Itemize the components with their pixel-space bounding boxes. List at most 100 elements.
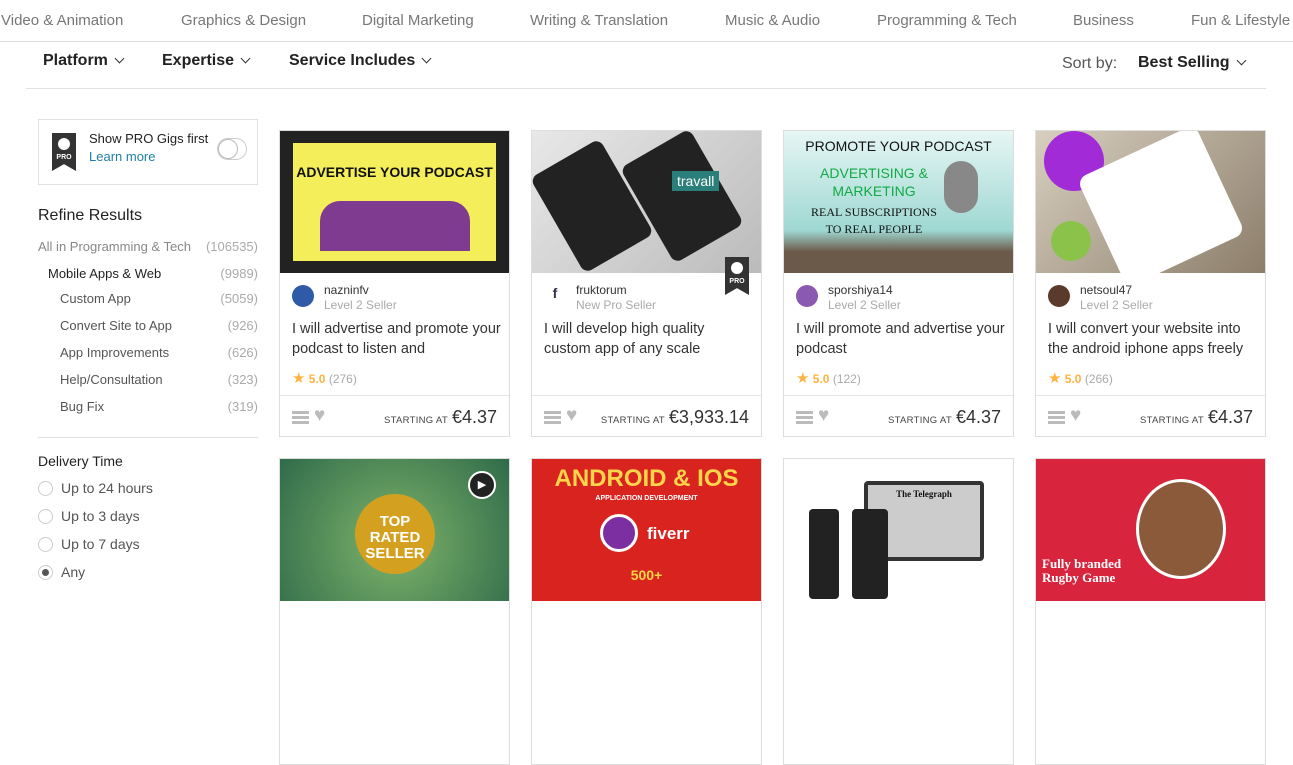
cat-help[interactable]: Help/Consultation	[60, 372, 163, 387]
platform-label: Platform	[43, 52, 108, 69]
chevron-down-icon	[114, 53, 125, 64]
sort-dropdown[interactable]: Best Selling	[1138, 54, 1247, 72]
avatar[interactable]	[796, 285, 818, 307]
avatar[interactable]	[1048, 285, 1070, 307]
gig-thumbnail[interactable]: travall	[532, 131, 761, 273]
rating: ★ 5.0 (266)	[1048, 370, 1113, 387]
count: (926)	[227, 318, 258, 333]
gig-title[interactable]: I will convert your website into the and…	[1048, 319, 1258, 359]
expertise-dropdown[interactable]: Expertise	[162, 52, 251, 70]
heart-icon[interactable]: ♥	[1070, 405, 1081, 427]
radio-24h[interactable]	[38, 481, 53, 496]
avatar[interactable]: f	[544, 285, 566, 307]
nav-writing-translation[interactable]: Writing & Translation	[530, 12, 668, 29]
seller-level: Level 2 Seller	[1080, 298, 1153, 312]
platform-dropdown[interactable]: Platform	[43, 52, 125, 70]
gig-thumbnail[interactable]: ADVERTISE YOUR PODCAST	[280, 131, 509, 273]
gig-card[interactable]: PROMOTE YOUR PODCAST ADVERTISING & MARKET…	[783, 130, 1014, 437]
radio-label: Up to 3 days	[61, 508, 140, 524]
refine-title: Refine Results	[38, 207, 143, 224]
divider	[26, 88, 1266, 89]
chevron-down-icon	[240, 53, 251, 64]
gig-title[interactable]: I will advertise and promote your podcas…	[292, 319, 502, 359]
menu-icon[interactable]	[1048, 411, 1065, 424]
nav-programming-tech[interactable]: Programming & Tech	[877, 12, 1017, 29]
pro-badge-icon: PRO	[52, 133, 76, 171]
menu-icon[interactable]	[292, 411, 309, 424]
nav-digital-marketing[interactable]: Digital Marketing	[362, 12, 474, 29]
divider	[38, 437, 258, 438]
gig-card[interactable]: The Telegraph	[783, 458, 1014, 765]
radio-3d[interactable]	[38, 509, 53, 524]
gig-thumbnail[interactable]: Fully branded Rugby Game	[1036, 459, 1265, 601]
price: STARTING AT €4.37	[887, 407, 1001, 427]
gig-title[interactable]: I will promote and advertise your podcas…	[796, 319, 1006, 359]
star-icon: ★	[292, 370, 306, 387]
gig-thumbnail[interactable]: ANDROID & IOS APPLICATION DEVELOPMENT five…	[532, 459, 761, 601]
radio-any[interactable]	[38, 565, 53, 580]
sort-label: Sort by:	[1062, 55, 1118, 72]
cat-mobile-apps[interactable]: Mobile Apps & Web	[48, 266, 161, 281]
radio-label: Any	[61, 564, 86, 580]
nav-video-animation[interactable]: Video & Animation	[1, 12, 123, 29]
menu-icon[interactable]	[544, 411, 561, 424]
menu-icon[interactable]	[796, 411, 813, 424]
play-icon[interactable]: ▶	[468, 471, 496, 499]
gig-card[interactable]: Fully branded Rugby Game	[1035, 458, 1266, 765]
avatar[interactable]	[292, 285, 314, 307]
pro-text: Show PRO Gigs first	[89, 131, 209, 146]
seller-name[interactable]: sporshiya14	[828, 283, 893, 297]
gig-card[interactable]: TOP RATED SELLER ▶	[279, 458, 510, 765]
seller-name[interactable]: nazninfv	[324, 283, 369, 297]
cat-bug-fix[interactable]: Bug Fix	[60, 399, 104, 414]
heart-icon[interactable]: ♥	[314, 405, 325, 427]
count: (9989)	[220, 266, 258, 281]
seller-level: Level 2 Seller	[324, 298, 397, 312]
seller-level: Level 2 Seller	[828, 298, 901, 312]
heart-icon[interactable]: ♥	[566, 405, 577, 427]
nav-business[interactable]: Business	[1073, 12, 1134, 29]
nav-graphics-design[interactable]: Graphics & Design	[181, 12, 306, 29]
service-label: Service Includes	[289, 52, 416, 69]
heart-icon[interactable]: ♥	[818, 405, 829, 427]
price: STARTING AT €4.37	[1139, 407, 1253, 427]
gig-title[interactable]: I will develop high quality custom app o…	[544, 319, 754, 359]
gig-thumbnail[interactable]	[1036, 131, 1265, 273]
seller-level: New Pro Seller	[576, 298, 657, 312]
cat-convert-site[interactable]: Convert Site to App	[60, 318, 172, 333]
star-icon: ★	[796, 370, 810, 387]
service-includes-dropdown[interactable]: Service Includes	[289, 52, 432, 70]
expertise-label: Expertise	[162, 52, 235, 69]
count: (106535)	[205, 239, 258, 254]
cat-all[interactable]: All in Programming & Tech	[38, 239, 191, 254]
cat-custom-app[interactable]: Custom App	[60, 291, 131, 306]
gig-thumbnail[interactable]: The Telegraph	[784, 459, 1013, 601]
price: STARTING AT €4.37	[383, 407, 497, 427]
cat-app-improvements[interactable]: App Improvements	[60, 345, 169, 360]
nav-music-audio[interactable]: Music & Audio	[725, 12, 820, 29]
radio-label: Up to 24 hours	[61, 480, 153, 496]
radio-7d[interactable]	[38, 537, 53, 552]
nav-fun-lifestyle[interactable]: Fun & Lifestyle	[1191, 12, 1290, 29]
delivery-title: Delivery Time	[38, 453, 123, 469]
learn-more-link[interactable]: Learn more	[89, 149, 155, 164]
gig-card[interactable]: ADVERTISE YOUR PODCAST nazninfv Level 2 …	[279, 130, 510, 437]
seller-name[interactable]: fruktorum	[576, 283, 627, 297]
count: (319)	[227, 399, 258, 414]
gig-card[interactable]: travall PRO f fruktorum New Pro Seller I…	[531, 130, 762, 437]
rating: ★ 5.0 (276)	[292, 370, 357, 387]
chevron-down-icon	[1236, 55, 1247, 66]
category-nav: Video & Animation Graphics & Design Digi…	[0, 0, 1293, 42]
count: (5059)	[220, 291, 258, 306]
count: (626)	[227, 345, 258, 360]
gig-card[interactable]: ANDROID & IOS APPLICATION DEVELOPMENT five…	[531, 458, 762, 765]
gig-card[interactable]: netsoul47 Level 2 Seller I will convert …	[1035, 130, 1266, 437]
pro-toggle[interactable]	[217, 138, 247, 160]
gig-thumbnail[interactable]: TOP RATED SELLER ▶	[280, 459, 509, 601]
price: STARTING AT €3,933.14	[600, 407, 749, 427]
rating: ★ 5.0 (122)	[796, 370, 861, 387]
seller-name[interactable]: netsoul47	[1080, 283, 1132, 297]
pro-gigs-box: PRO Show PRO Gigs first Learn more	[38, 119, 258, 185]
gig-thumbnail[interactable]: PROMOTE YOUR PODCAST ADVERTISING & MARKET…	[784, 131, 1013, 273]
star-icon: ★	[1048, 370, 1062, 387]
